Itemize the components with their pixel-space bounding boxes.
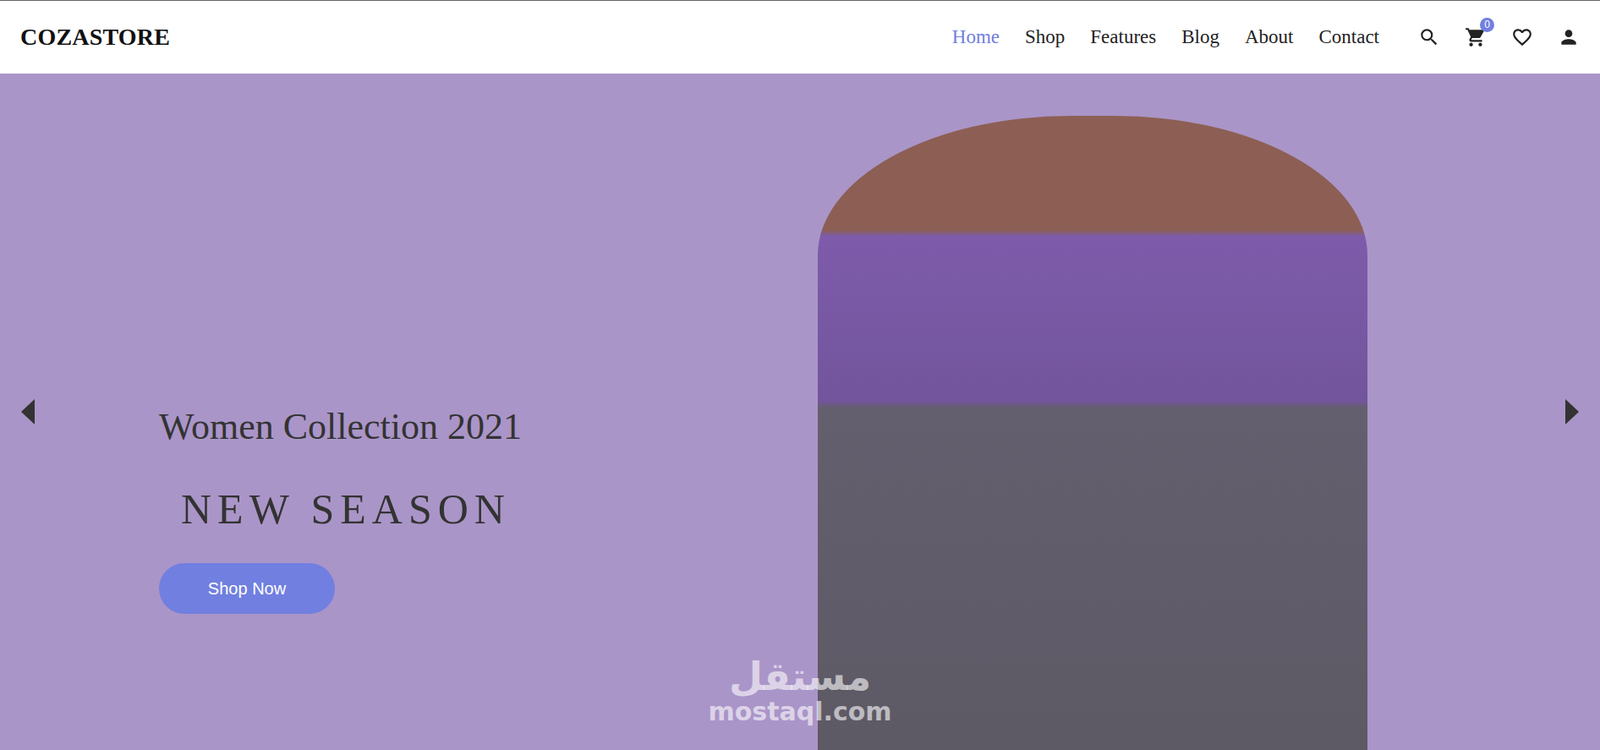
header-icons: 0 [1418, 26, 1580, 49]
nav-link[interactable]: Blog [1181, 22, 1220, 53]
search-icon [1418, 26, 1441, 49]
top-navbar: COZASTORE Home Shop Features Blog About Contac… [0, 0, 1600, 74]
brand-logo[interactable]: COZASTORE [20, 19, 170, 55]
nav-link[interactable]: Shop [1024, 22, 1065, 53]
nav-link[interactable]: Features [1090, 22, 1157, 53]
heart-icon [1511, 26, 1534, 49]
hero-title: Women Collection 2021 [158, 405, 522, 450]
wishlist-button[interactable] [1511, 26, 1534, 49]
search-button[interactable] [1418, 26, 1441, 49]
nav-link[interactable]: Home [952, 22, 1000, 53]
watermark: مستقل mostaql.com [707, 657, 892, 725]
arrow-left-icon [21, 399, 35, 425]
hero-subtitle: NEW SEASON [180, 483, 511, 535]
cart-count-badge: 0 [1479, 17, 1495, 33]
shop-now-button[interactable]: Shop Now [158, 563, 335, 614]
prev-slide-button[interactable] [15, 394, 41, 429]
hero-photo [817, 115, 1368, 750]
nav-link[interactable]: About [1244, 22, 1294, 53]
user-icon [1557, 26, 1580, 49]
cart-button[interactable]: 0 [1464, 26, 1487, 49]
watermark-latin: mostaql.com [707, 699, 892, 725]
arrow-right-icon [1565, 399, 1579, 425]
next-slide-button[interactable] [1559, 394, 1585, 429]
hero-text: Women Collection 2021 NEW SEASON Shop Now [0, 73, 609, 750]
watermark-arabic: مستقل [707, 657, 892, 696]
account-button[interactable] [1557, 26, 1580, 49]
nav-link[interactable]: Contact [1318, 22, 1380, 53]
main-menu: Home Shop Features Blog About Contact [952, 22, 1380, 53]
hero-slider: Women Collection 2021 NEW SEASON Shop Now م… [0, 73, 1600, 750]
